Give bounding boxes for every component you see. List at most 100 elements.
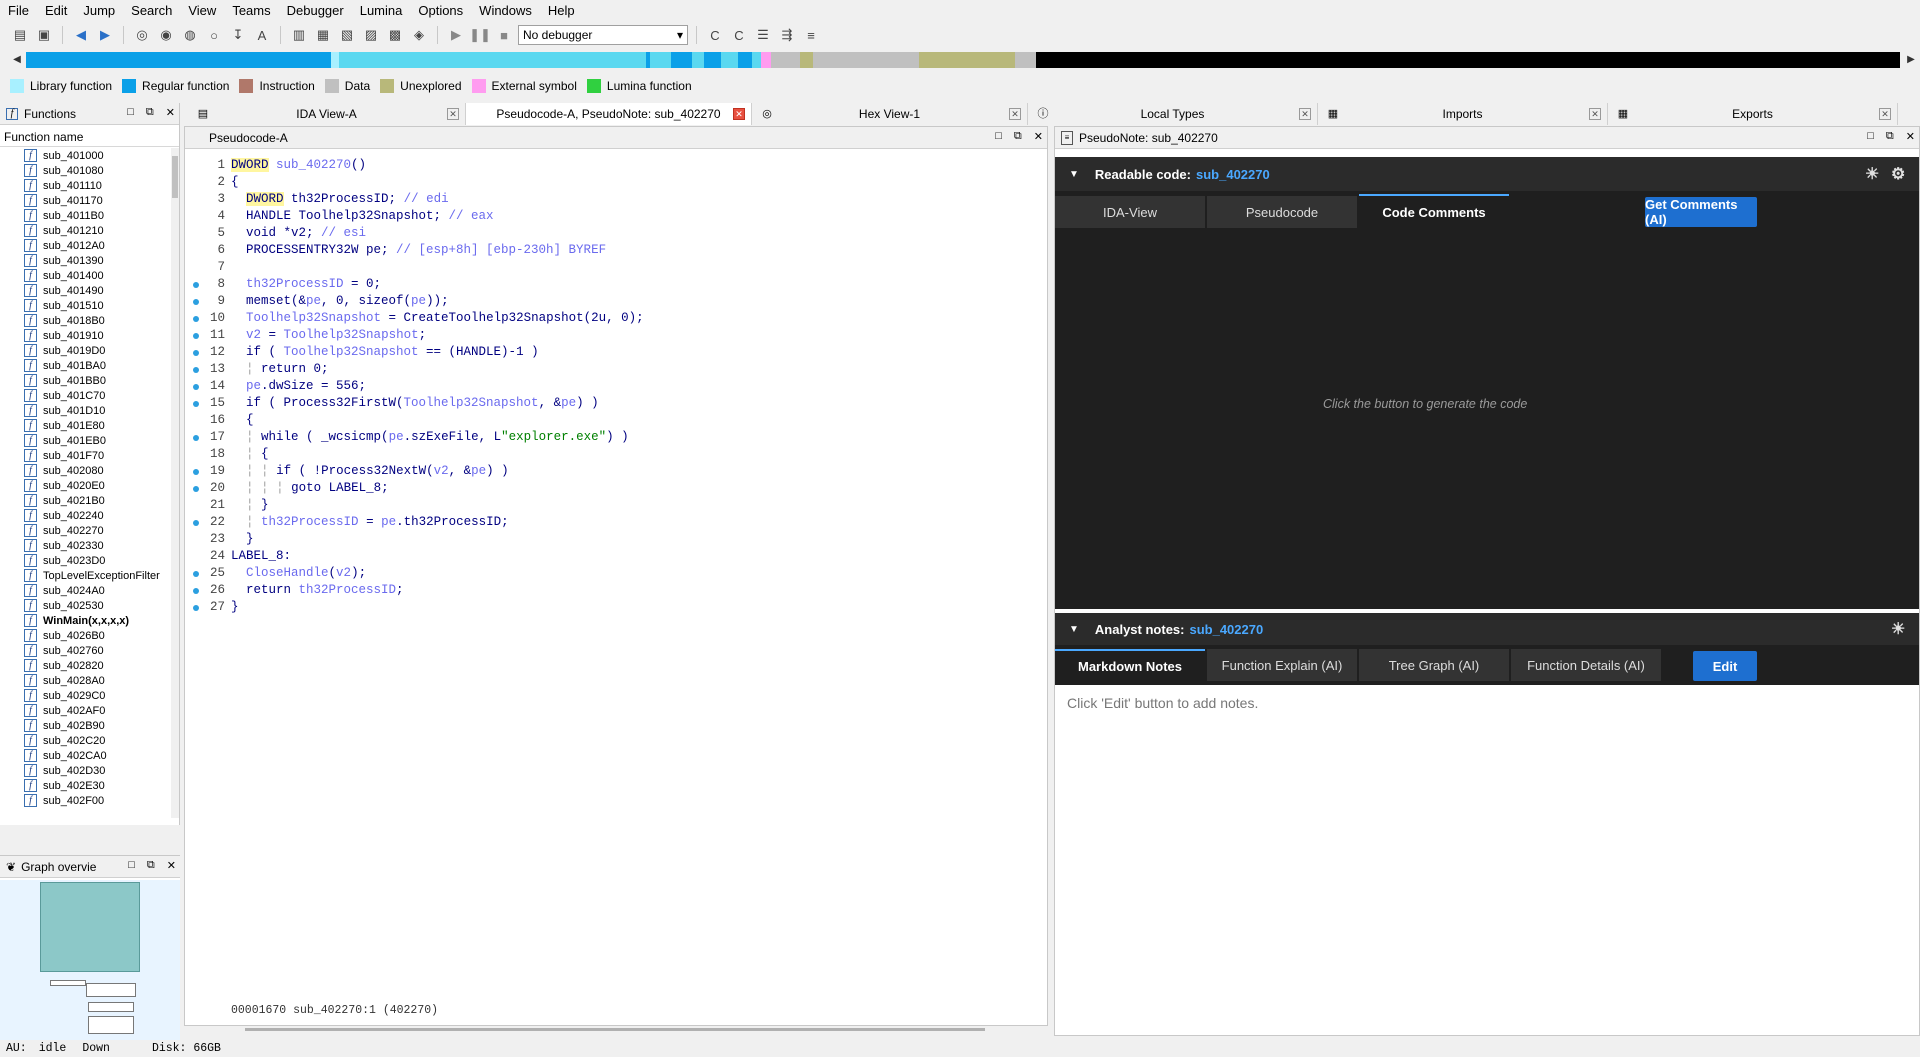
data-icon[interactable]: ▦ — [313, 25, 333, 45]
function-list-item[interactable]: f sub_401510 — [0, 298, 170, 313]
menu-teams[interactable]: Teams — [224, 0, 278, 22]
struct-icon[interactable]: ◍ — [180, 25, 200, 45]
code-line[interactable]: 9 memset(&pe, 0, sizeof(pe)); — [185, 293, 1047, 310]
segment-icon[interactable]: ◎ — [132, 25, 152, 45]
open-icon[interactable]: ▤ — [10, 25, 30, 45]
function-list-item[interactable]: f sub_4011B0 — [0, 208, 170, 223]
function-list-item[interactable]: f sub_401BB0 — [0, 373, 170, 388]
array-icon[interactable]: ▨ — [361, 25, 381, 45]
list-icon[interactable]: ☰ — [753, 25, 773, 45]
function-list-item[interactable]: f sub_4019D0 — [0, 343, 170, 358]
code-line[interactable]: 13 ¦ return 0; — [185, 361, 1047, 378]
function-list-item[interactable]: f sub_401000 — [0, 148, 170, 163]
function-list-item[interactable]: f sub_401F70 — [0, 448, 170, 463]
function-list-item[interactable]: f sub_4028A0 — [0, 673, 170, 688]
code-line[interactable]: 7 — [185, 259, 1047, 276]
navigation-band[interactable]: ◀ ▶ — [0, 50, 1920, 70]
function-list-item[interactable]: f sub_401910 — [0, 328, 170, 343]
tab-markdown-notes[interactable]: Markdown Notes — [1055, 649, 1205, 681]
tab-function-explain[interactable]: Function Explain (AI) — [1207, 649, 1357, 681]
function-list-item[interactable]: f sub_401BA0 — [0, 358, 170, 373]
tab-exports[interactable]: ▦ Exports ✕ — [1608, 103, 1898, 125]
menu-debugger[interactable]: Debugger — [279, 0, 352, 22]
function-list-item[interactable]: f sub_4026B0 — [0, 628, 170, 643]
function-list-item[interactable]: f sub_401490 — [0, 283, 170, 298]
collapse-icon[interactable]: ▼ — [1069, 624, 1079, 635]
function-list-item[interactable]: f WinMain(x,x,x,x) — [0, 613, 170, 628]
maximize-icon[interactable]: □ — [127, 106, 134, 119]
theme-icon[interactable]: ☀ — [1865, 164, 1879, 184]
tab-imports[interactable]: ▦ Imports ✕ — [1318, 103, 1608, 125]
function-list-item[interactable]: f sub_402530 — [0, 598, 170, 613]
forward-icon[interactable]: ▶ — [95, 25, 115, 45]
code-line[interactable]: 22 ¦ th32ProcessID = pe.th32ProcessID; — [185, 514, 1047, 531]
edit-button[interactable]: Edit — [1693, 651, 1757, 681]
code-line[interactable]: 16 { — [185, 412, 1047, 429]
code-icon[interactable]: ▥ — [289, 25, 309, 45]
tab-readable-code-comments[interactable]: Code Comments — [1359, 194, 1509, 228]
close-icon[interactable]: ✕ — [167, 859, 176, 872]
close-icon[interactable]: ✕ — [733, 108, 745, 120]
code-line[interactable]: 5 void *v2; // esi — [185, 225, 1047, 242]
function-list-item[interactable]: f sub_401170 — [0, 193, 170, 208]
tab-pseudocode[interactable]: Pseudocode-A, PseudoNote: sub_402270 ✕ — [466, 103, 752, 125]
menu-jump[interactable]: Jump — [75, 0, 123, 22]
code-line[interactable]: 1 DWORD sub_402270() — [185, 157, 1047, 174]
code-line[interactable]: 11 v2 = Toolhelp32Snapshot; — [185, 327, 1047, 344]
close-icon[interactable]: ✕ — [447, 108, 459, 120]
close-icon[interactable]: ✕ — [1589, 108, 1601, 120]
function-list-item[interactable]: f sub_401210 — [0, 223, 170, 238]
function-list-item[interactable]: f sub_401D10 — [0, 403, 170, 418]
tab-readable-pseudocode[interactable]: Pseudocode — [1207, 196, 1357, 228]
copy-icon[interactable]: C — [705, 25, 725, 45]
close-icon[interactable]: ✕ — [166, 106, 175, 119]
function-list-item[interactable]: f sub_402760 — [0, 643, 170, 658]
back-icon[interactable]: ◀ — [71, 25, 91, 45]
pseudocode-hscrollbar[interactable] — [245, 1028, 985, 1031]
menu-options[interactable]: Options — [410, 0, 471, 22]
code-line[interactable]: 26 return th32ProcessID; — [185, 582, 1047, 599]
outline-icon[interactable]: ≡ — [801, 25, 821, 45]
function-list-item[interactable]: f sub_401110 — [0, 178, 170, 193]
tab-ida-view[interactable]: ▤ IDA View-A ✕ — [188, 103, 466, 125]
function-list-item[interactable]: f sub_402080 — [0, 463, 170, 478]
code-line[interactable]: 4 HANDLE Toolhelp32Snapshot; // eax — [185, 208, 1047, 225]
function-list-item[interactable]: f sub_401EB0 — [0, 433, 170, 448]
function-list-item[interactable]: f sub_402E30 — [0, 778, 170, 793]
code-line[interactable]: 23 } — [185, 531, 1047, 548]
function-list-item[interactable]: f sub_402D30 — [0, 763, 170, 778]
function-list-item[interactable]: f sub_401E80 — [0, 418, 170, 433]
maximize-icon[interactable]: □ — [128, 859, 135, 872]
close-icon[interactable]: ✕ — [1299, 108, 1311, 120]
code-line[interactable]: 20 ¦ ¦ ¦ goto LABEL_8; — [185, 480, 1047, 497]
tab-hex-view[interactable]: ◎ Hex View-1 ✕ — [752, 103, 1028, 125]
function-list-item[interactable]: f sub_402330 — [0, 538, 170, 553]
function-list-item[interactable]: f sub_4023D0 — [0, 553, 170, 568]
function-list-item[interactable]: f sub_401400 — [0, 268, 170, 283]
code-line[interactable]: 15 if ( Process32FirstW(Toolhelp32Snapsh… — [185, 395, 1047, 412]
analyst-notes-area[interactable]: Click 'Edit' button to add notes. — [1055, 685, 1919, 1035]
menu-edit[interactable]: Edit — [37, 0, 75, 22]
tab-local-types[interactable]: ⓘ Local Types ✕ — [1028, 103, 1318, 125]
function-icon[interactable]: ◉ — [156, 25, 176, 45]
code-line[interactable]: 8 th32ProcessID = 0; — [185, 276, 1047, 293]
code-line[interactable]: 27} — [185, 599, 1047, 616]
function-list-item[interactable]: f sub_402240 — [0, 508, 170, 523]
function-list-item[interactable]: f sub_402AF0 — [0, 703, 170, 718]
menu-windows[interactable]: Windows — [471, 0, 540, 22]
function-list-item[interactable]: f sub_4029C0 — [0, 688, 170, 703]
enum-icon[interactable]: ○ — [204, 25, 224, 45]
menu-file[interactable]: File — [0, 0, 37, 22]
readable-code-header[interactable]: ▼ Readable code: sub_402270 ☀ ⚙ — [1055, 157, 1919, 191]
code-line[interactable]: 10 Toolhelp32Snapshot = CreateToolhelp32… — [185, 310, 1047, 327]
code-line[interactable]: 21 ¦ } — [185, 497, 1047, 514]
code-line[interactable]: 18 ¦ { — [185, 446, 1047, 463]
pause-icon[interactable]: ❚❚ — [469, 25, 491, 45]
code-line[interactable]: 14 pe.dwSize = 556; — [185, 378, 1047, 395]
xref-icon[interactable]: ⇶ — [777, 25, 797, 45]
menu-lumina[interactable]: Lumina — [352, 0, 411, 22]
function-list-item[interactable]: f sub_402B90 — [0, 718, 170, 733]
float-icon[interactable]: ⧉ — [147, 859, 155, 872]
close-icon[interactable]: ✕ — [1906, 130, 1915, 143]
close-icon[interactable]: ✕ — [1034, 130, 1043, 143]
